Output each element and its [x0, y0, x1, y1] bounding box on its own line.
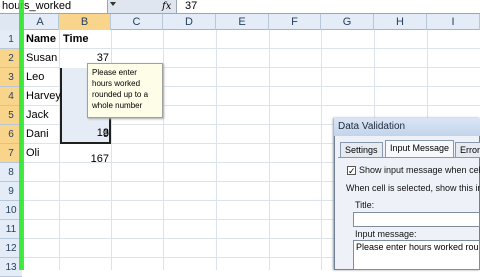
- tab-settings[interactable]: Settings: [340, 142, 383, 157]
- grid-line: [163, 30, 164, 270]
- cell-b1[interactable]: Time: [63, 30, 88, 49]
- show-input-message-checkbox[interactable]: ✓: [347, 166, 356, 176]
- grid-line: [216, 30, 217, 270]
- checkbox-label: Show input message when cell is: [359, 165, 480, 175]
- input-message-textarea[interactable]: Please enter hours worked rounded: [353, 240, 480, 270]
- cell-a6[interactable]: Dani: [26, 125, 49, 144]
- column-header-f[interactable]: F: [269, 14, 321, 30]
- cell-b7[interactable]: 13: [60, 124, 109, 143]
- column-header-c[interactable]: C: [111, 14, 163, 30]
- column-header-e[interactable]: E: [216, 14, 269, 30]
- column-header-d[interactable]: D: [163, 14, 216, 30]
- cell-a1[interactable]: Name: [26, 30, 56, 49]
- cell-a5[interactable]: Jack: [26, 106, 49, 125]
- title-input[interactable]: [353, 212, 480, 227]
- formula-input[interactable]: 37: [176, 0, 480, 13]
- cell-a3[interactable]: Leo: [26, 68, 44, 87]
- tab-divider: [338, 157, 480, 158]
- column-header-g[interactable]: G: [321, 14, 374, 30]
- dialog-title: Data Validation: [334, 118, 480, 136]
- grid-line: [321, 30, 322, 270]
- tab-error-alert[interactable]: Error: [455, 142, 480, 157]
- title-label: Title:: [355, 200, 375, 210]
- when-selected-label: When cell is selected, show this input: [346, 183, 480, 193]
- column-header-i[interactable]: I: [427, 14, 480, 30]
- name-box[interactable]: hours_worked: [0, 0, 108, 13]
- input-message-tooltip: Please enter hours worked rounded up to …: [87, 63, 163, 118]
- cell-a4[interactable]: Harvey: [26, 87, 61, 106]
- column-header-a[interactable]: A: [22, 14, 59, 30]
- chevron-down-icon[interactable]: [110, 2, 116, 6]
- cell-b9[interactable]: 167: [60, 150, 109, 169]
- cell-a7[interactable]: Oli: [26, 144, 39, 163]
- column-header-b[interactable]: B: [59, 14, 111, 30]
- function-icon[interactable]: fx: [162, 0, 171, 13]
- green-marker-bar: [19, 0, 24, 270]
- grid-line: [269, 30, 270, 270]
- input-message-label: Input message:: [355, 229, 417, 239]
- column-header-h[interactable]: H: [374, 14, 427, 30]
- tab-input-message[interactable]: Input Message: [385, 140, 455, 157]
- cell-a2[interactable]: Susan: [26, 49, 57, 68]
